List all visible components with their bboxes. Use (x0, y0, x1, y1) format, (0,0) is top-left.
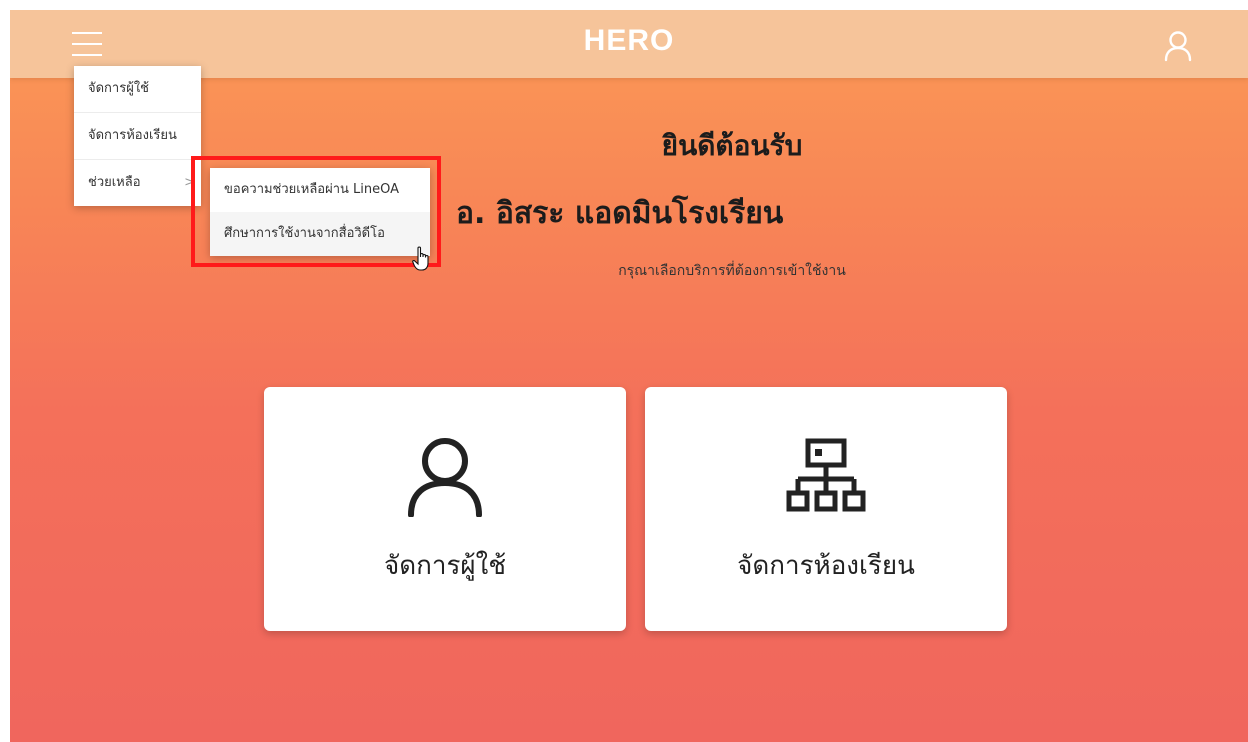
user-icon (405, 437, 485, 518)
manage-classrooms-card[interactable]: จัดการห้องเรียน (645, 387, 1007, 631)
sitemap-icon (786, 437, 866, 517)
nav-dropdown-menu: จัดการผู้ใช้ จัดการห้องเรียน ช่วยเหลือ > (74, 66, 201, 206)
admin-name: อ. อิสระ แอดมินโรงเรียน (456, 196, 784, 231)
submenu-item-label: ขอความช่วยเหลือผ่าน LineOA (224, 182, 400, 197)
chevron-right-icon: > (184, 175, 195, 190)
menu-item-help[interactable]: ช่วยเหลือ > (74, 160, 201, 206)
help-submenu: ขอความช่วยเหลือผ่าน LineOA ศึกษาการใช้งา… (210, 168, 430, 256)
manage-classrooms-label: จัดการห้องเรียน (737, 551, 915, 581)
submenu-item-lineoa-help[interactable]: ขอความช่วยเหลือผ่าน LineOA (210, 168, 430, 212)
app-frame: HERO ยินดีต้อนรับ อ. อิสระ แอดมินโรงเรีย… (10, 10, 1248, 742)
menu-item-label: จัดการผู้ใช้ (88, 81, 150, 96)
user-icon[interactable] (1163, 30, 1193, 62)
menu-item-label: ช่วยเหลือ (88, 175, 141, 190)
menu-item-label: จัดการห้องเรียน (88, 128, 177, 143)
manage-users-card[interactable]: จัดการผู้ใช้ (264, 387, 626, 631)
menu-item-manage-classrooms[interactable]: จัดการห้องเรียน (74, 113, 201, 160)
menu-item-manage-users[interactable]: จัดการผู้ใช้ (74, 66, 201, 113)
welcome-heading: ยินดีต้อนรับ (661, 129, 803, 162)
subtitle: กรุณาเลือกบริการที่ต้องการเข้าใช้งาน (618, 263, 846, 279)
brand-logo: HERO (583, 24, 675, 57)
hand-cursor-icon (412, 246, 432, 272)
submenu-item-label: ศึกษาการใช้งานจากสื่อวิดีโอ (224, 226, 385, 241)
manage-users-label: จัดการผู้ใช้ (383, 551, 506, 581)
submenu-item-video-tutorials[interactable]: ศึกษาการใช้งานจากสื่อวิดีโอ (210, 212, 430, 256)
